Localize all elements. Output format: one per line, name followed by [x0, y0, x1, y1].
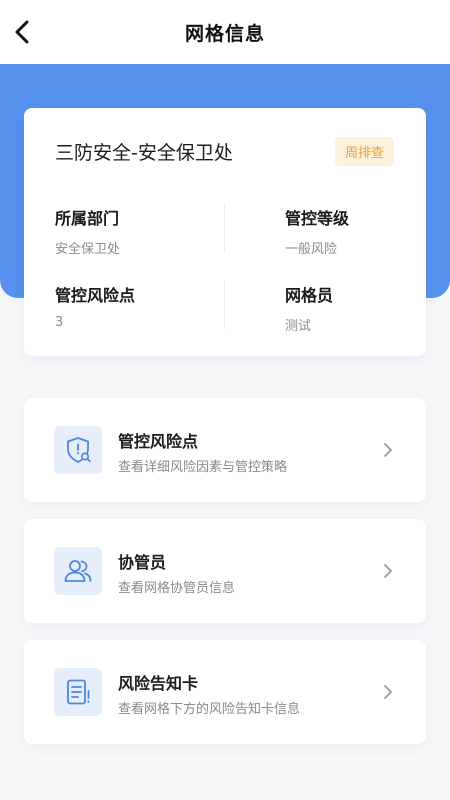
- grid-name: 三防安全-安全保卫处: [55, 142, 233, 164]
- entry-risk-points[interactable]: 管控风险点 查看详细风险因素与管控策略: [24, 398, 426, 502]
- divider: [224, 281, 225, 329]
- users-icon: [64, 560, 92, 582]
- chevron-right-icon: [384, 564, 392, 578]
- entry-title: 风险告知卡: [118, 674, 199, 693]
- field-label: 管控等级: [285, 209, 350, 228]
- chevron-left-icon: [15, 20, 29, 44]
- field-control-level: 管控等级 一般风险: [285, 205, 349, 257]
- back-button[interactable]: [6, 16, 38, 48]
- grid-info-card: 三防安全-安全保卫处 周排查 所属部门 安全保卫处 管控等级 一般风险 管控风险…: [24, 108, 426, 356]
- document-alert-icon: [67, 679, 90, 705]
- field-label: 所属部门: [55, 209, 120, 228]
- icon-container: [54, 668, 102, 716]
- shield-search-icon: [67, 437, 91, 463]
- chevron-right-icon: [384, 443, 392, 457]
- entry-subtitle: 查看网格下方的风险告知卡信息: [118, 702, 301, 717]
- field-value: 安全保卫处: [55, 242, 121, 257]
- entry-risk-card[interactable]: 风险告知卡 查看网格下方的风险告知卡信息: [24, 640, 426, 744]
- divider: [224, 204, 225, 252]
- field-risk-points: 管控风险点 3: [55, 282, 135, 330]
- entry-title: 协管员: [118, 553, 167, 572]
- field-value: 3: [55, 315, 64, 330]
- icon-container: [54, 547, 102, 595]
- chevron-right-icon: [384, 685, 392, 699]
- field-label: 管控风险点: [55, 286, 136, 305]
- field-label: 网格员: [285, 286, 334, 305]
- status-badge: 周排查: [334, 137, 394, 166]
- entry-subtitle: 查看网格协管员信息: [118, 581, 236, 596]
- field-grid-member: 网格员 测试: [285, 282, 333, 334]
- entry-subtitle: 查看详细风险因素与管控策略: [118, 460, 288, 475]
- entry-title: 管控风险点: [118, 432, 199, 451]
- field-value: 测试: [285, 319, 312, 334]
- field-department: 所属部门 安全保卫处: [55, 205, 120, 257]
- page-title: 网格信息: [184, 22, 265, 45]
- field-value: 一般风险: [285, 242, 338, 257]
- icon-container: [54, 426, 102, 474]
- nav-bar: 网格信息: [0, 0, 450, 64]
- entry-assistants[interactable]: 协管员 查看网格协管员信息: [24, 519, 426, 623]
